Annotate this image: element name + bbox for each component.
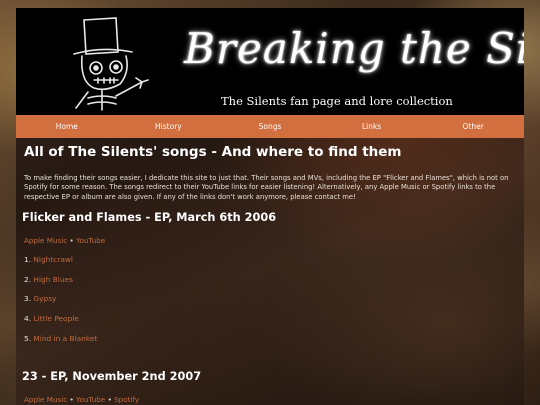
release-links-1: Apple Music • YouTube [24, 236, 106, 245]
track-item: 1. Nightcrawl [24, 255, 73, 264]
track-item: 5. Mind in a Blanket [24, 334, 98, 343]
nav-home[interactable]: Home [16, 115, 118, 138]
nav-links[interactable]: Links [321, 115, 423, 138]
track-link[interactable]: Gypsy [33, 294, 56, 303]
spotify-link[interactable]: Spotify [114, 395, 139, 404]
track-link[interactable]: High Blues [33, 275, 73, 284]
nav-songs[interactable]: Songs [219, 115, 321, 138]
intro-text: To make finding their songs easier, I de… [24, 174, 509, 201]
release-links-2: Apple Music • YouTube • Spotify [24, 395, 140, 404]
nav-other[interactable]: Other [422, 115, 524, 138]
apple-music-link[interactable]: Apple Music [24, 236, 67, 245]
track-link[interactable]: Little People [33, 314, 78, 323]
release-title-2: 23 - EP, November 2nd 2007 [22, 370, 202, 383]
release-title-1: Flicker and Flames - EP, March 6th 2006 [22, 211, 277, 224]
youtube-link[interactable]: YouTube [76, 236, 105, 245]
page-container: Breaking the Silents The Silents fan pag… [16, 8, 524, 405]
apple-music-link[interactable]: Apple Music [24, 395, 67, 404]
site-title: Breaking the Silents [184, 24, 524, 73]
nav-history[interactable]: History [118, 115, 220, 138]
site-subtitle: The Silents fan page and lore collection [221, 94, 453, 108]
track-link[interactable]: Mind in a Blanket [33, 334, 97, 343]
main-nav: Home History Songs Links Other [16, 115, 524, 138]
main-content: All of The Silents' songs - And where to… [24, 144, 518, 213]
track-item: 2. High Blues [24, 275, 73, 284]
track-item: 4. Little People [24, 314, 79, 323]
header-banner: Breaking the Silents The Silents fan pag… [16, 8, 524, 115]
track-link[interactable]: Nightcrawl [33, 255, 73, 264]
track-item: 3. Gypsy [24, 294, 57, 303]
top-hat-skull-mascot-icon [73, 17, 149, 111]
youtube-link[interactable]: YouTube [76, 395, 105, 404]
page-title: All of The Silents' songs - And where to… [24, 144, 402, 160]
